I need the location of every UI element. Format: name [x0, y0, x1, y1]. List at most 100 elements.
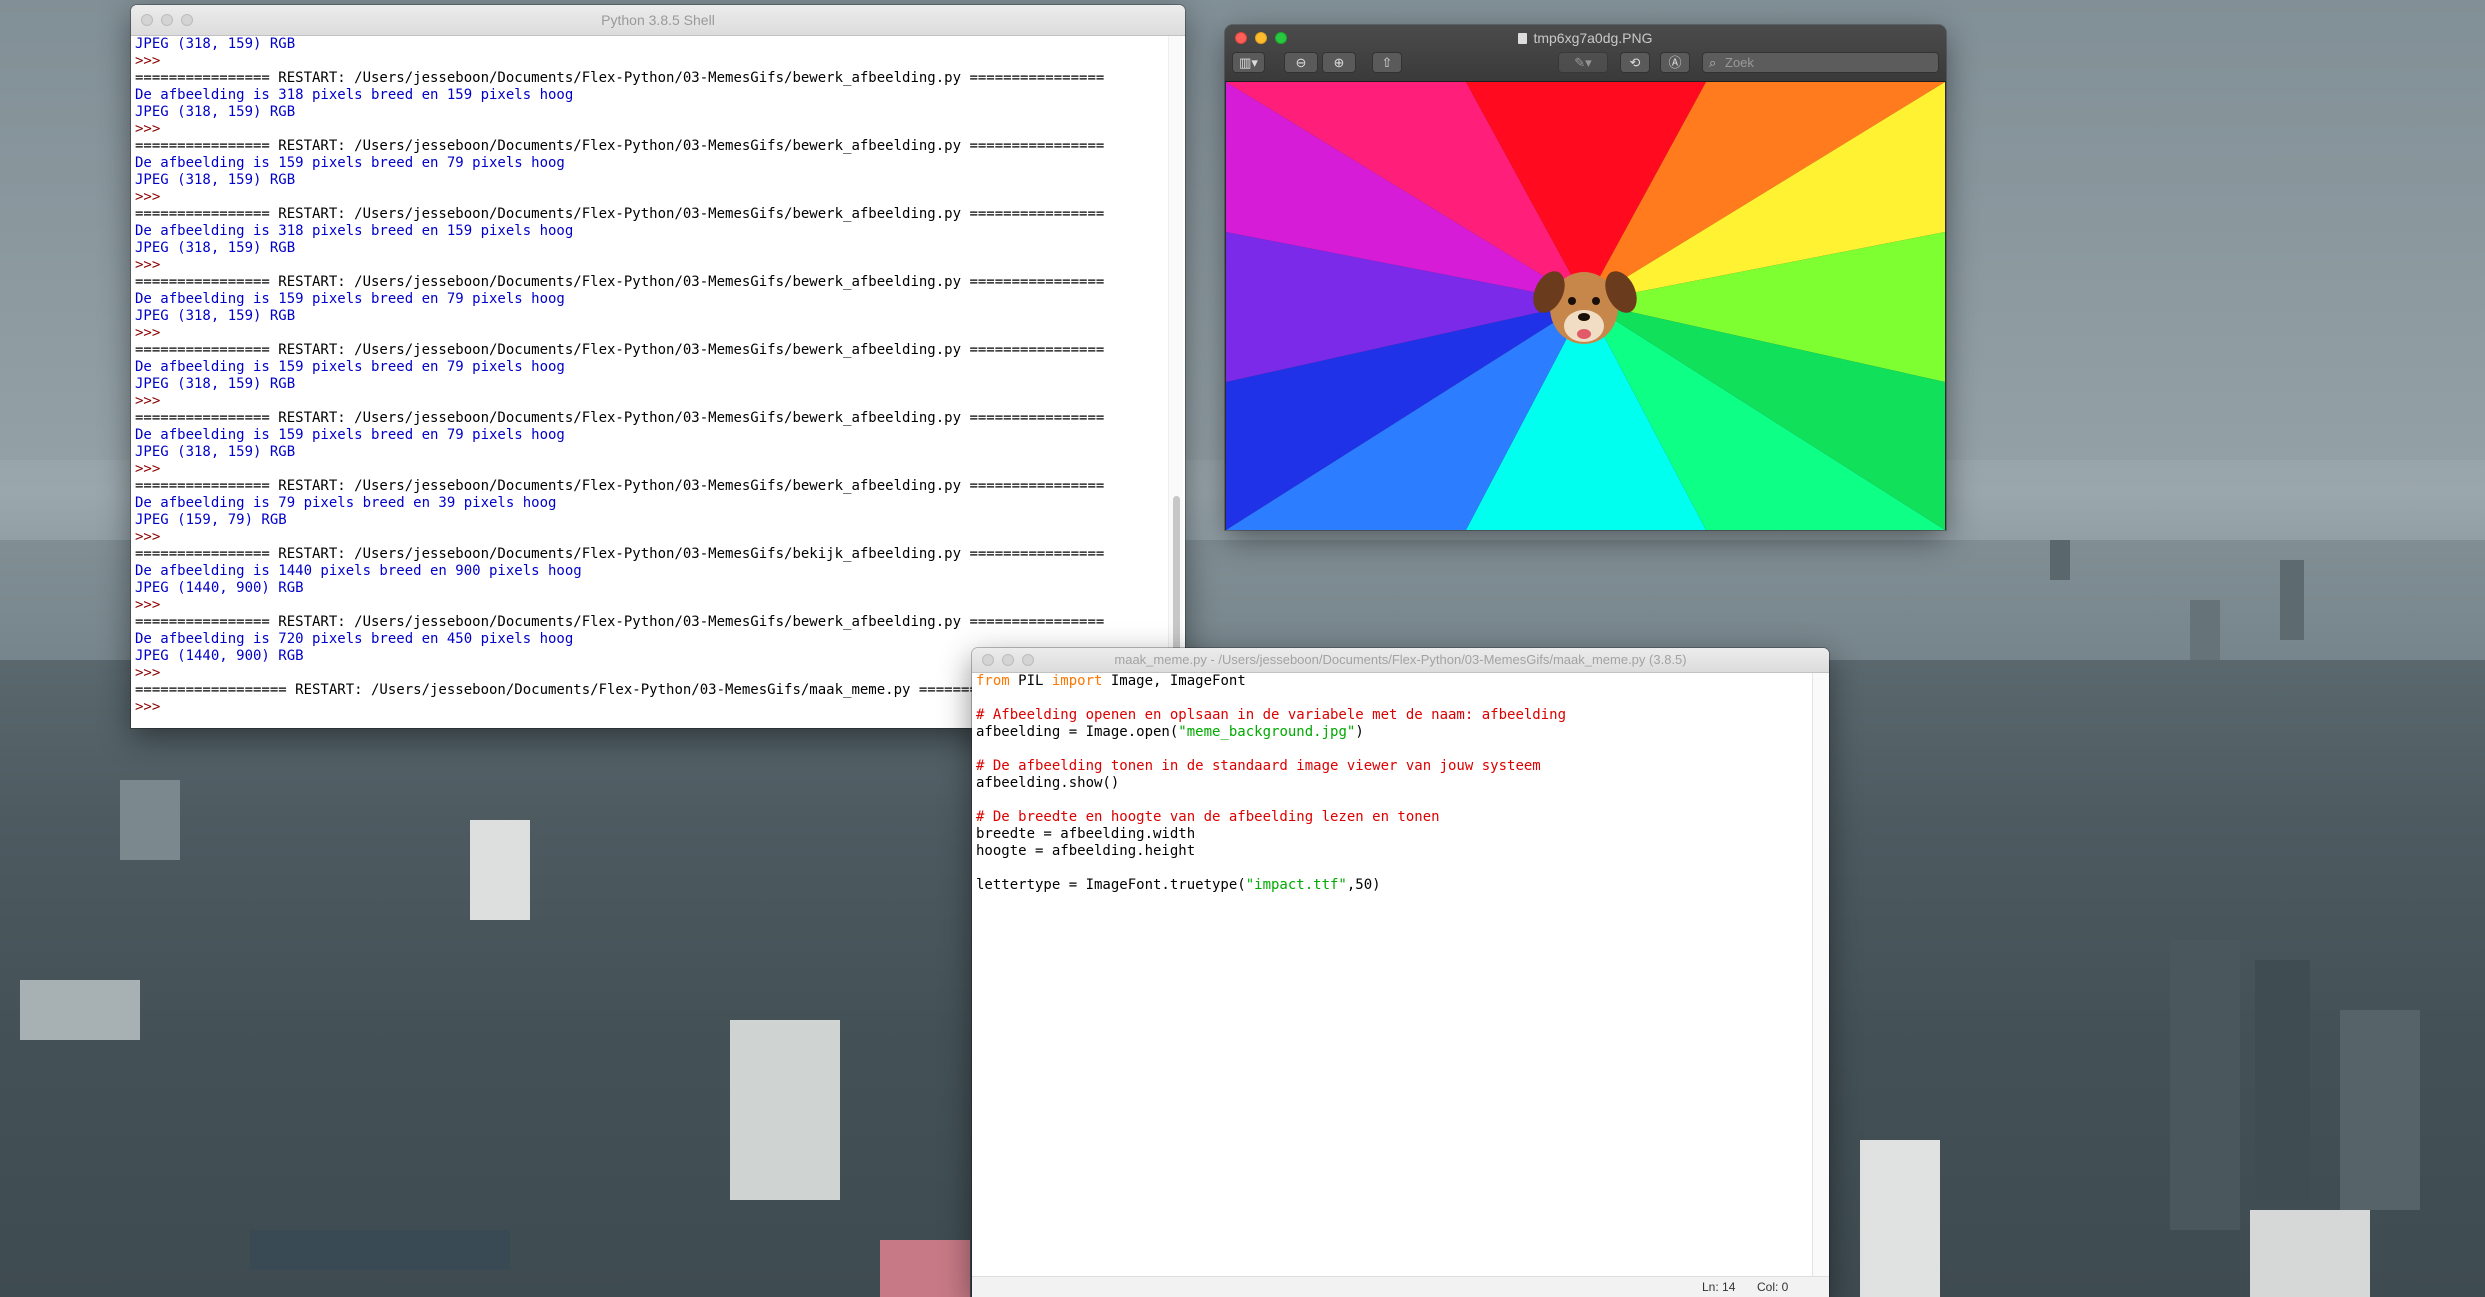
shell-line-restart: ================ RESTART: /Users/jessebo…	[135, 546, 1105, 562]
preview-window[interactable]: tmp6xg7a0dg.PNG ▥▾ ⊖ ⊕ ⇧ ✎▾ ⟲ Ⓐ ⌕ Zoek	[1225, 25, 1946, 530]
sidebar-toggle-icon: ▥▾	[1239, 55, 1258, 70]
preview-toolbar: ▥▾ ⊖ ⊕ ⇧ ✎▾ ⟲ Ⓐ ⌕ Zoek	[1232, 52, 1939, 74]
share-button[interactable]: ⇧	[1372, 52, 1402, 73]
shell-line-prompt: >>>	[135, 121, 161, 137]
shell-line-prompt: >>>	[135, 597, 161, 613]
shell-line-out: JPEG (318, 159) RGB	[135, 172, 296, 188]
shell-line-restart: ================ RESTART: /Users/jessebo…	[135, 410, 1105, 426]
shell-line-restart: ================ RESTART: /Users/jessebo…	[135, 206, 1105, 222]
shell-line-prompt: >>>	[135, 461, 161, 477]
python-shell-window[interactable]: Python 3.8.5 Shell JPEG (318, 159) RGB >>…	[131, 5, 1185, 728]
search-field[interactable]: ⌕ Zoek	[1702, 52, 1939, 73]
code-line[interactable]: afbeelding.show()	[976, 775, 1811, 792]
code-line[interactable]: breedte = afbeelding.width	[976, 826, 1811, 843]
code-line[interactable]: afbeelding = Image.open("meme_background…	[976, 724, 1811, 741]
shell-line-out: JPEG (318, 159) RGB	[135, 36, 296, 52]
shell-line-out: De afbeelding is 159 pixels breed en 79 …	[135, 291, 565, 307]
shell-line-out: JPEG (318, 159) RGB	[135, 444, 296, 460]
markup-pen-icon: ✎▾	[1574, 55, 1592, 70]
shell-line-prompt: >>>	[135, 393, 161, 409]
shell-line-out: JPEG (159, 79) RGB	[135, 512, 287, 528]
code-line[interactable]: # De afbeelding tonen in de standaard im…	[976, 758, 1811, 775]
shell-lines[interactable]: JPEG (318, 159) RGB >>> ================ R…	[135, 36, 1165, 728]
code-token-plain: )	[1355, 724, 1364, 740]
shell-line-out: De afbeelding is 318 pixels breed en 159…	[135, 223, 574, 239]
code-token-plain: Image, ImageFont	[1102, 673, 1246, 689]
code-token-kw: import	[1051, 673, 1103, 689]
shell-line-out: JPEG (318, 159) RGB	[135, 104, 296, 120]
code-token-plain: afbeelding = Image.open(	[976, 724, 1179, 740]
shell-line-out: JPEG (318, 159) RGB	[135, 376, 296, 392]
shell-line-restart: ================ RESTART: /Users/jessebo…	[135, 342, 1105, 358]
shell-line-out: De afbeelding is 159 pixels breed en 79 …	[135, 359, 565, 375]
editor-statusbar: Ln: 14 Col: 0	[972, 1276, 1829, 1297]
shell-line-restart: ================ RESTART: /Users/jessebo…	[135, 478, 1105, 494]
code-line[interactable]: ​	[976, 741, 1811, 758]
code-line[interactable]: hoogte = afbeelding.height	[976, 843, 1811, 860]
preview-titlebar[interactable]: tmp6xg7a0dg.PNG ▥▾ ⊖ ⊕ ⇧ ✎▾ ⟲ Ⓐ ⌕ Zoek	[1225, 25, 1946, 82]
code-token-plain: afbeelding.show()	[976, 775, 1120, 791]
shell-line-out: JPEG (318, 159) RGB	[135, 308, 296, 324]
zoom-in-icon: ⊕	[1333, 55, 1345, 70]
shell-line-prompt: >>>	[135, 325, 161, 341]
shell-line-out: JPEG (1440, 900) RGB	[135, 580, 304, 596]
shell-line-out: De afbeelding is 159 pixels breed en 79 …	[135, 427, 565, 443]
code-line[interactable]: from PIL import Image, ImageFont	[976, 673, 1811, 690]
shell-scrollbar[interactable]	[1168, 36, 1183, 728]
status-line: Ln: 14	[1702, 1280, 1736, 1294]
code-token-str: "meme_background.jpg"	[1178, 724, 1356, 740]
window-title: Python 3.8.5 Shell	[601, 12, 715, 28]
zoom-in-button[interactable]: ⊕	[1322, 52, 1356, 73]
window-title: maak_meme.py - /Users/jesseboon/Document…	[1114, 652, 1687, 667]
shell-line-out: De afbeelding is 1440 pixels breed en 90…	[135, 563, 582, 579]
code-line[interactable]: ​	[976, 860, 1811, 877]
sidebar-toggle-button[interactable]: ▥▾	[1232, 52, 1265, 73]
code-line[interactable]: # De breedte en hoogte van de afbeelding…	[976, 809, 1811, 826]
code-token-com: # De breedte en hoogte van de afbeelding…	[976, 809, 1440, 825]
shell-titlebar[interactable]: Python 3.8.5 Shell	[131, 5, 1185, 36]
annotate-icon: Ⓐ	[1668, 55, 1682, 70]
meme-image	[1226, 82, 1945, 530]
code-line[interactable]: ​	[976, 690, 1811, 707]
editor-scrollbar[interactable]	[1812, 673, 1829, 1277]
shell-line-restart: ================ RESTART: /Users/jessebo…	[135, 138, 1105, 154]
code-token-plain: lettertype = ImageFont.truetype(	[976, 877, 1246, 893]
code-token-str: "impact.ttf"	[1245, 877, 1347, 893]
shell-line-out: De afbeelding is 720 pixels breed en 450…	[135, 631, 574, 647]
code-token-kw: from	[976, 673, 1010, 689]
shell-line-out: De afbeelding is 159 pixels breed en 79 …	[135, 155, 565, 171]
code-token-com: # Afbeelding openen en oplsaan in de var…	[976, 707, 1567, 723]
search-icon: ⌕	[1709, 55, 1717, 70]
markup-pen-button[interactable]: ✎▾	[1558, 52, 1608, 73]
shell-output-area[interactable]: JPEG (318, 159) RGB >>> ================ R…	[131, 36, 1185, 728]
zoom-out-button[interactable]: ⊖	[1284, 52, 1318, 73]
code-line[interactable]: lettertype = ImageFont.truetype("impact.…	[976, 877, 1811, 894]
code-token-plain: PIL	[1009, 673, 1052, 689]
preview-title-text: tmp6xg7a0dg.PNG	[1533, 30, 1653, 46]
editor-titlebar[interactable]: maak_meme.py - /Users/jesseboon/Document…	[972, 648, 1829, 673]
shell-line-prompt: >>>	[135, 529, 161, 545]
code-line[interactable]: # Afbeelding openen en oplsaan in de var…	[976, 707, 1811, 724]
annotate-button[interactable]: Ⓐ	[1660, 52, 1690, 73]
shell-line-prompt: >>>	[135, 189, 161, 205]
shell-line-restart: ================ RESTART: /Users/jessebo…	[135, 70, 1105, 86]
shell-line-restart: ================ RESTART: /Users/jessebo…	[135, 614, 1105, 630]
png-file-icon	[1518, 33, 1528, 44]
shell-line-prompt: >>>	[135, 257, 161, 273]
code-line[interactable]: ​	[976, 792, 1811, 809]
shell-line-out: JPEG (318, 159) RGB	[135, 240, 296, 256]
code-token-plain: ,50)	[1346, 877, 1381, 893]
code-token-com: # De afbeelding tonen in de standaard im…	[976, 758, 1541, 774]
shell-line-out: De afbeelding is 318 pixels breed en 159…	[135, 87, 574, 103]
search-placeholder: Zoek	[1725, 55, 1754, 70]
zoom-out-icon: ⊖	[1295, 55, 1307, 70]
shell-line-prompt: >>>	[135, 53, 161, 69]
editor-window[interactable]: maak_meme.py - /Users/jesseboon/Document…	[972, 648, 1829, 1297]
shell-line-restart: ================ RESTART: /Users/jessebo…	[135, 274, 1105, 290]
rotate-button[interactable]: ⟲	[1620, 52, 1650, 73]
code-editor-area[interactable]: from PIL import Image, ImageFont​# Afbee…	[976, 673, 1811, 1277]
share-icon: ⇧	[1381, 55, 1393, 70]
status-col: Col: 0	[1757, 1280, 1789, 1294]
shell-line-out: De afbeelding is 79 pixels breed en 39 p…	[135, 495, 557, 511]
rotate-icon: ⟲	[1629, 55, 1641, 70]
